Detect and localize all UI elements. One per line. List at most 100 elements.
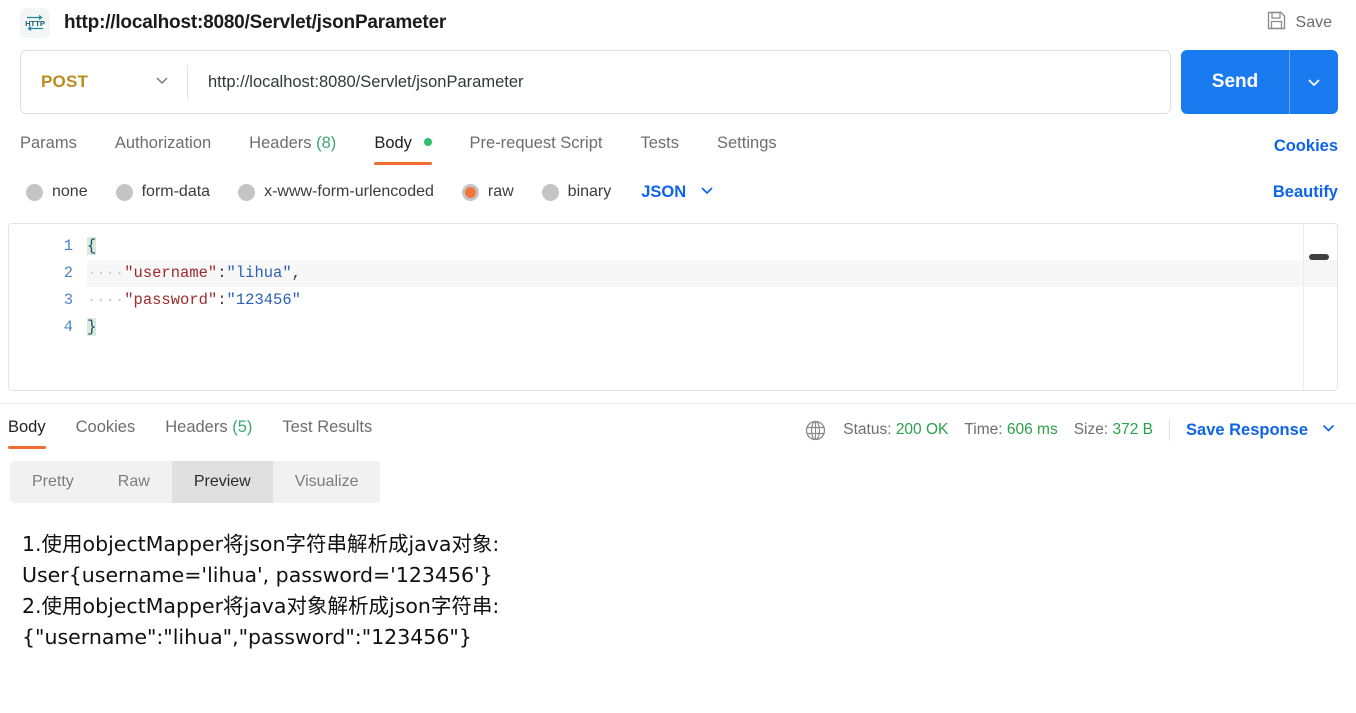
tab-headers-label: Headers <box>249 133 312 152</box>
response-tab-test-results[interactable]: Test Results <box>282 408 372 453</box>
code-line-4: } <box>87 314 1337 341</box>
editor-gutter: 1 2 3 4 <box>9 224 87 390</box>
request-body-editor[interactable]: 1 2 3 4 { ····"username":"lihua", ····"p… <box>8 223 1338 391</box>
tab-body-label: Body <box>374 133 412 152</box>
tab-authorization-label: Authorization <box>114 133 212 152</box>
time-label: Time: <box>964 421 1003 438</box>
json-value: "123456" <box>226 291 301 309</box>
request-url-input[interactable] <box>188 51 1170 113</box>
response-tab-body[interactable]: Body <box>8 408 46 453</box>
tab-pre-request-script-label: Pre-request Script <box>469 133 603 152</box>
tab-params-label: Params <box>20 133 77 152</box>
request-tabs: Params Authorization Headers (8) Body Pr… <box>0 121 1356 171</box>
response-view-toggle: Pretty Raw Preview Visualize <box>10 461 381 503</box>
size-label: Size: <box>1073 421 1109 438</box>
indent-guide: ···· <box>87 291 125 309</box>
line-number: 2 <box>63 264 73 282</box>
tab-params[interactable]: Params <box>20 124 77 169</box>
response-tab-cookies-label: Cookies <box>75 417 136 436</box>
json-colon: : <box>217 264 227 282</box>
view-mode-raw[interactable]: Raw <box>96 461 172 503</box>
save-response-label: Save Response <box>1186 420 1308 439</box>
raw-format-label: JSON <box>641 182 687 201</box>
json-colon: : <box>217 291 227 309</box>
json-close-brace: } <box>87 318 97 336</box>
time-value: 606 ms <box>1006 421 1058 438</box>
body-type-urlencoded[interactable]: x-www-form-urlencoded <box>238 183 434 201</box>
response-tab-body-label: Body <box>8 417 46 436</box>
http-method-label: POST <box>41 72 89 91</box>
body-type-binary-label: binary <box>567 183 612 200</box>
response-tab-headers-count: (5) <box>232 417 253 436</box>
body-type-raw[interactable]: raw <box>461 183 514 201</box>
status-value: 200 OK <box>895 421 949 438</box>
response-tab-headers-label: Headers <box>165 417 228 436</box>
radio-selected-icon <box>461 183 479 201</box>
tab-headers-count: (8) <box>316 133 337 152</box>
send-button-group: Send <box>1181 50 1338 114</box>
view-mode-pretty[interactable]: Pretty <box>10 461 96 503</box>
response-preview-body: 1.使用objectMapper将json字符串解析成java对象: User{… <box>22 532 500 649</box>
tab-tests-label: Tests <box>640 133 679 152</box>
response-status-group: Status: 200 OK Time: 606 ms Size: 372 B … <box>804 418 1338 442</box>
radio-icon <box>238 183 256 201</box>
code-line-1: { <box>87 233 1337 260</box>
json-key: "username" <box>124 264 218 282</box>
body-type-form-data[interactable]: form-data <box>115 183 211 201</box>
json-comma: , <box>291 264 301 282</box>
tab-tests[interactable]: Tests <box>640 124 679 169</box>
tab-pre-request-script[interactable]: Pre-request Script <box>470 124 603 169</box>
radio-icon <box>26 183 43 201</box>
http-method-select[interactable]: POST <box>21 51 187 113</box>
status-label: Status: <box>843 421 892 438</box>
body-type-none[interactable]: none <box>26 183 88 201</box>
view-mode-preview[interactable]: Preview <box>171 461 273 503</box>
json-key: "password" <box>124 291 218 309</box>
url-box: POST <box>20 50 1171 114</box>
radio-icon <box>541 183 559 201</box>
chevron-down-icon <box>698 181 716 204</box>
body-type-binary[interactable]: binary <box>541 183 612 201</box>
editor-code-area[interactable]: { ····"username":"lihua", ····"password"… <box>87 224 1337 390</box>
globe-icon <box>804 419 827 442</box>
beautify-link[interactable]: Beautify <box>1273 183 1338 202</box>
tab-settings-label: Settings <box>717 133 777 152</box>
body-type-none-label: none <box>52 183 88 200</box>
response-tab-cookies[interactable]: Cookies <box>76 408 136 453</box>
send-options-button[interactable] <box>1290 50 1338 114</box>
body-modified-dot-icon <box>423 137 432 146</box>
editor-vertical-scrollbar[interactable] <box>1303 224 1337 390</box>
scrollbar-thumb[interactable] <box>1309 254 1329 260</box>
body-type-form-data-label: form-data <box>141 183 211 200</box>
line-number: 4 <box>63 318 73 336</box>
tab-authorization[interactable]: Authorization <box>115 124 211 169</box>
time-badge: Time: 606 ms <box>964 421 1057 439</box>
save-button-label: Save <box>1295 14 1332 31</box>
body-type-row: none form-data x-www-form-urlencoded raw… <box>0 171 1356 213</box>
chevron-down-icon <box>153 71 171 94</box>
send-button[interactable]: Send <box>1181 50 1289 114</box>
json-value: "lihua" <box>226 264 292 282</box>
save-response-button[interactable]: Save Response <box>1186 418 1338 442</box>
save-button[interactable]: Save <box>1258 6 1340 40</box>
raw-format-select[interactable]: JSON <box>641 181 716 204</box>
body-type-raw-label: raw <box>487 183 514 200</box>
size-value: 372 B <box>1112 421 1154 438</box>
view-mode-visualize[interactable]: Visualize <box>273 461 381 503</box>
radio-icon <box>115 183 133 201</box>
line-number: 1 <box>63 237 73 255</box>
tab-body[interactable]: Body <box>374 124 432 169</box>
http-protocol-icon: HTTP <box>20 8 50 38</box>
json-open-brace: { <box>87 237 97 255</box>
request-url-row: POST Send <box>0 50 1356 118</box>
size-badge: Size: 372 B <box>1074 421 1153 439</box>
svg-text:HTTP: HTTP <box>25 19 45 28</box>
line-number: 3 <box>63 291 73 309</box>
response-tab-headers[interactable]: Headers (5) <box>165 408 252 453</box>
status-divider <box>1169 419 1171 441</box>
chevron-down-icon <box>1308 79 1320 87</box>
status-badge: Status: 200 OK <box>843 421 948 439</box>
tab-headers[interactable]: Headers (8) <box>249 124 336 169</box>
cookies-link[interactable]: Cookies <box>1274 137 1338 156</box>
tab-settings[interactable]: Settings <box>717 124 777 169</box>
